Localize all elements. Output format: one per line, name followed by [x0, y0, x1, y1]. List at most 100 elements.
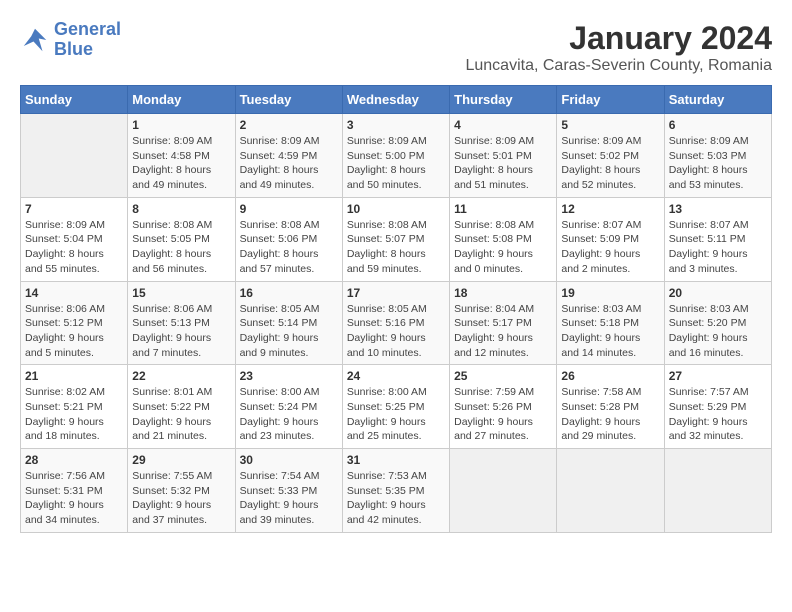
day-info: Sunrise: 8:09 AMSunset: 5:02 PMDaylight:…: [561, 134, 659, 193]
day-info: Sunrise: 8:07 AMSunset: 5:11 PMDaylight:…: [669, 218, 767, 277]
day-info: Sunrise: 7:55 AMSunset: 5:32 PMDaylight:…: [132, 469, 230, 528]
day-number: 9: [240, 202, 338, 216]
calendar-day-cell: 23 Sunrise: 8:00 AMSunset: 5:24 PMDayligh…: [235, 365, 342, 449]
calendar-week-row: 1Sunrise: 8:09 AMSunset: 4:58 PMDaylight…: [21, 114, 772, 198]
calendar-day-cell: 4 Sunrise: 8:09 AMSunset: 5:01 PMDaylight…: [450, 114, 557, 198]
day-info: Sunrise: 8:00 AMSunset: 5:25 PMDaylight:…: [347, 385, 445, 444]
day-info: Sunrise: 8:03 AMSunset: 5:20 PMDaylight:…: [669, 302, 767, 361]
day-number: 15: [132, 286, 230, 300]
day-number: 5: [561, 118, 659, 132]
day-info: Sunrise: 8:02 AMSunset: 5:21 PMDaylight:…: [25, 385, 123, 444]
day-info: Sunrise: 8:00 AMSunset: 5:24 PMDaylight:…: [240, 385, 338, 444]
calendar-day-cell: [557, 449, 664, 533]
day-info: Sunrise: 7:59 AMSunset: 5:26 PMDaylight:…: [454, 385, 552, 444]
day-info: Sunrise: 8:08 AMSunset: 5:07 PMDaylight:…: [347, 218, 445, 277]
day-number: 12: [561, 202, 659, 216]
calendar-day-cell: 7Sunrise: 8:09 AMSunset: 5:04 PMDaylight…: [21, 197, 128, 281]
calendar-day-cell: 2Sunrise: 8:09 AMSunset: 4:59 PMDaylight…: [235, 114, 342, 198]
calendar-day-cell: 15Sunrise: 8:06 AMSunset: 5:13 PMDayligh…: [128, 281, 235, 365]
calendar-body: 1Sunrise: 8:09 AMSunset: 4:58 PMDaylight…: [21, 114, 772, 533]
logo: General Blue: [20, 20, 121, 60]
calendar-day-cell: 16Sunrise: 8:05 AMSunset: 5:14 PMDayligh…: [235, 281, 342, 365]
day-number: 10: [347, 202, 445, 216]
calendar-day-cell: 25Sunrise: 7:59 AMSunset: 5:26 PMDayligh…: [450, 365, 557, 449]
day-info: Sunrise: 8:08 AMSunset: 5:06 PMDaylight:…: [240, 218, 338, 277]
calendar-day-cell: 9 Sunrise: 8:08 AMSunset: 5:06 PMDaylight…: [235, 197, 342, 281]
day-number: 3: [347, 118, 445, 132]
month-title: January 2024: [465, 20, 772, 57]
calendar-day-cell: 6Sunrise: 8:09 AMSunset: 5:03 PMDaylight…: [664, 114, 771, 198]
calendar-day-cell: 17 Sunrise: 8:05 AMSunset: 5:16 PMDayligh…: [342, 281, 449, 365]
day-number: 23: [240, 369, 338, 383]
calendar-day-cell: 28 Sunrise: 7:56 AMSunset: 5:31 PMDayligh…: [21, 449, 128, 533]
day-info: Sunrise: 7:58 AMSunset: 5:28 PMDaylight:…: [561, 385, 659, 444]
weekday-header-cell: Friday: [557, 86, 664, 114]
day-number: 7: [25, 202, 123, 216]
day-number: 22: [132, 369, 230, 383]
calendar-week-row: 21 Sunrise: 8:02 AMSunset: 5:21 PMDayligh…: [21, 365, 772, 449]
title-area: January 2024 Luncavita, Caras-Severin Co…: [465, 20, 772, 75]
calendar-day-cell: 10 Sunrise: 8:08 AMSunset: 5:07 PMDayligh…: [342, 197, 449, 281]
day-number: 31: [347, 453, 445, 467]
day-number: 19: [561, 286, 659, 300]
day-number: 27: [669, 369, 767, 383]
day-info: Sunrise: 8:08 AMSunset: 5:05 PMDaylight:…: [132, 218, 230, 277]
weekday-header-row: SundayMondayTuesdayWednesdayThursdayFrid…: [21, 86, 772, 114]
day-number: 21: [25, 369, 123, 383]
day-number: 20: [669, 286, 767, 300]
day-info: Sunrise: 8:05 AMSunset: 5:14 PMDaylight:…: [240, 302, 338, 361]
calendar-day-cell: 22Sunrise: 8:01 AMSunset: 5:22 PMDayligh…: [128, 365, 235, 449]
day-number: 30: [240, 453, 338, 467]
calendar: SundayMondayTuesdayWednesdayThursdayFrid…: [20, 85, 772, 533]
calendar-day-cell: 14Sunrise: 8:06 AMSunset: 5:12 PMDayligh…: [21, 281, 128, 365]
calendar-day-cell: 30Sunrise: 7:54 AMSunset: 5:33 PMDayligh…: [235, 449, 342, 533]
calendar-day-cell: 29 Sunrise: 7:55 AMSunset: 5:32 PMDayligh…: [128, 449, 235, 533]
calendar-day-cell: 24Sunrise: 8:00 AMSunset: 5:25 PMDayligh…: [342, 365, 449, 449]
calendar-day-cell: 19Sunrise: 8:03 AMSunset: 5:18 PMDayligh…: [557, 281, 664, 365]
day-info: Sunrise: 7:56 AMSunset: 5:31 PMDaylight:…: [25, 469, 123, 528]
calendar-day-cell: 20 Sunrise: 8:03 AMSunset: 5:20 PMDayligh…: [664, 281, 771, 365]
calendar-day-cell: [664, 449, 771, 533]
calendar-day-cell: 5 Sunrise: 8:09 AMSunset: 5:02 PMDaylight…: [557, 114, 664, 198]
logo-text: General Blue: [54, 20, 121, 60]
day-info: Sunrise: 8:09 AMSunset: 5:00 PMDaylight:…: [347, 134, 445, 193]
day-number: 18: [454, 286, 552, 300]
header: General Blue January 2024 Luncavita, Car…: [20, 20, 772, 75]
day-number: 17: [347, 286, 445, 300]
day-info: Sunrise: 8:09 AMSunset: 5:01 PMDaylight:…: [454, 134, 552, 193]
day-number: 26: [561, 369, 659, 383]
calendar-day-cell: [450, 449, 557, 533]
day-number: 29: [132, 453, 230, 467]
calendar-week-row: 28 Sunrise: 7:56 AMSunset: 5:31 PMDayligh…: [21, 449, 772, 533]
day-info: Sunrise: 8:07 AMSunset: 5:09 PMDaylight:…: [561, 218, 659, 277]
day-info: Sunrise: 8:09 AMSunset: 5:03 PMDaylight:…: [669, 134, 767, 193]
day-info: Sunrise: 8:06 AMSunset: 5:12 PMDaylight:…: [25, 302, 123, 361]
calendar-day-cell: 31 Sunrise: 7:53 AMSunset: 5:35 PMDayligh…: [342, 449, 449, 533]
day-number: 4: [454, 118, 552, 132]
day-number: 8: [132, 202, 230, 216]
weekday-header-cell: Tuesday: [235, 86, 342, 114]
calendar-day-cell: 3 Sunrise: 8:09 AMSunset: 5:00 PMDaylight…: [342, 114, 449, 198]
day-info: Sunrise: 8:05 AMSunset: 5:16 PMDaylight:…: [347, 302, 445, 361]
day-info: Sunrise: 8:08 AMSunset: 5:08 PMDaylight:…: [454, 218, 552, 277]
calendar-day-cell: 1Sunrise: 8:09 AMSunset: 4:58 PMDaylight…: [128, 114, 235, 198]
calendar-day-cell: 11Sunrise: 8:08 AMSunset: 5:08 PMDayligh…: [450, 197, 557, 281]
day-info: Sunrise: 7:57 AMSunset: 5:29 PMDaylight:…: [669, 385, 767, 444]
calendar-day-cell: 12 Sunrise: 8:07 AMSunset: 5:09 PMDayligh…: [557, 197, 664, 281]
day-number: 28: [25, 453, 123, 467]
day-info: Sunrise: 8:04 AMSunset: 5:17 PMDaylight:…: [454, 302, 552, 361]
calendar-week-row: 14Sunrise: 8:06 AMSunset: 5:12 PMDayligh…: [21, 281, 772, 365]
weekday-header-cell: Sunday: [21, 86, 128, 114]
day-number: 13: [669, 202, 767, 216]
calendar-day-cell: 21 Sunrise: 8:02 AMSunset: 5:21 PMDayligh…: [21, 365, 128, 449]
day-number: 2: [240, 118, 338, 132]
weekday-header-cell: Wednesday: [342, 86, 449, 114]
calendar-day-cell: 8 Sunrise: 8:08 AMSunset: 5:05 PMDaylight…: [128, 197, 235, 281]
weekday-header-cell: Monday: [128, 86, 235, 114]
day-info: Sunrise: 7:53 AMSunset: 5:35 PMDaylight:…: [347, 469, 445, 528]
weekday-header-cell: Saturday: [664, 86, 771, 114]
day-info: Sunrise: 8:09 AMSunset: 4:58 PMDaylight:…: [132, 134, 230, 193]
calendar-day-cell: 27 Sunrise: 7:57 AMSunset: 5:29 PMDayligh…: [664, 365, 771, 449]
logo-line2: Blue: [54, 39, 93, 59]
calendar-day-cell: [21, 114, 128, 198]
